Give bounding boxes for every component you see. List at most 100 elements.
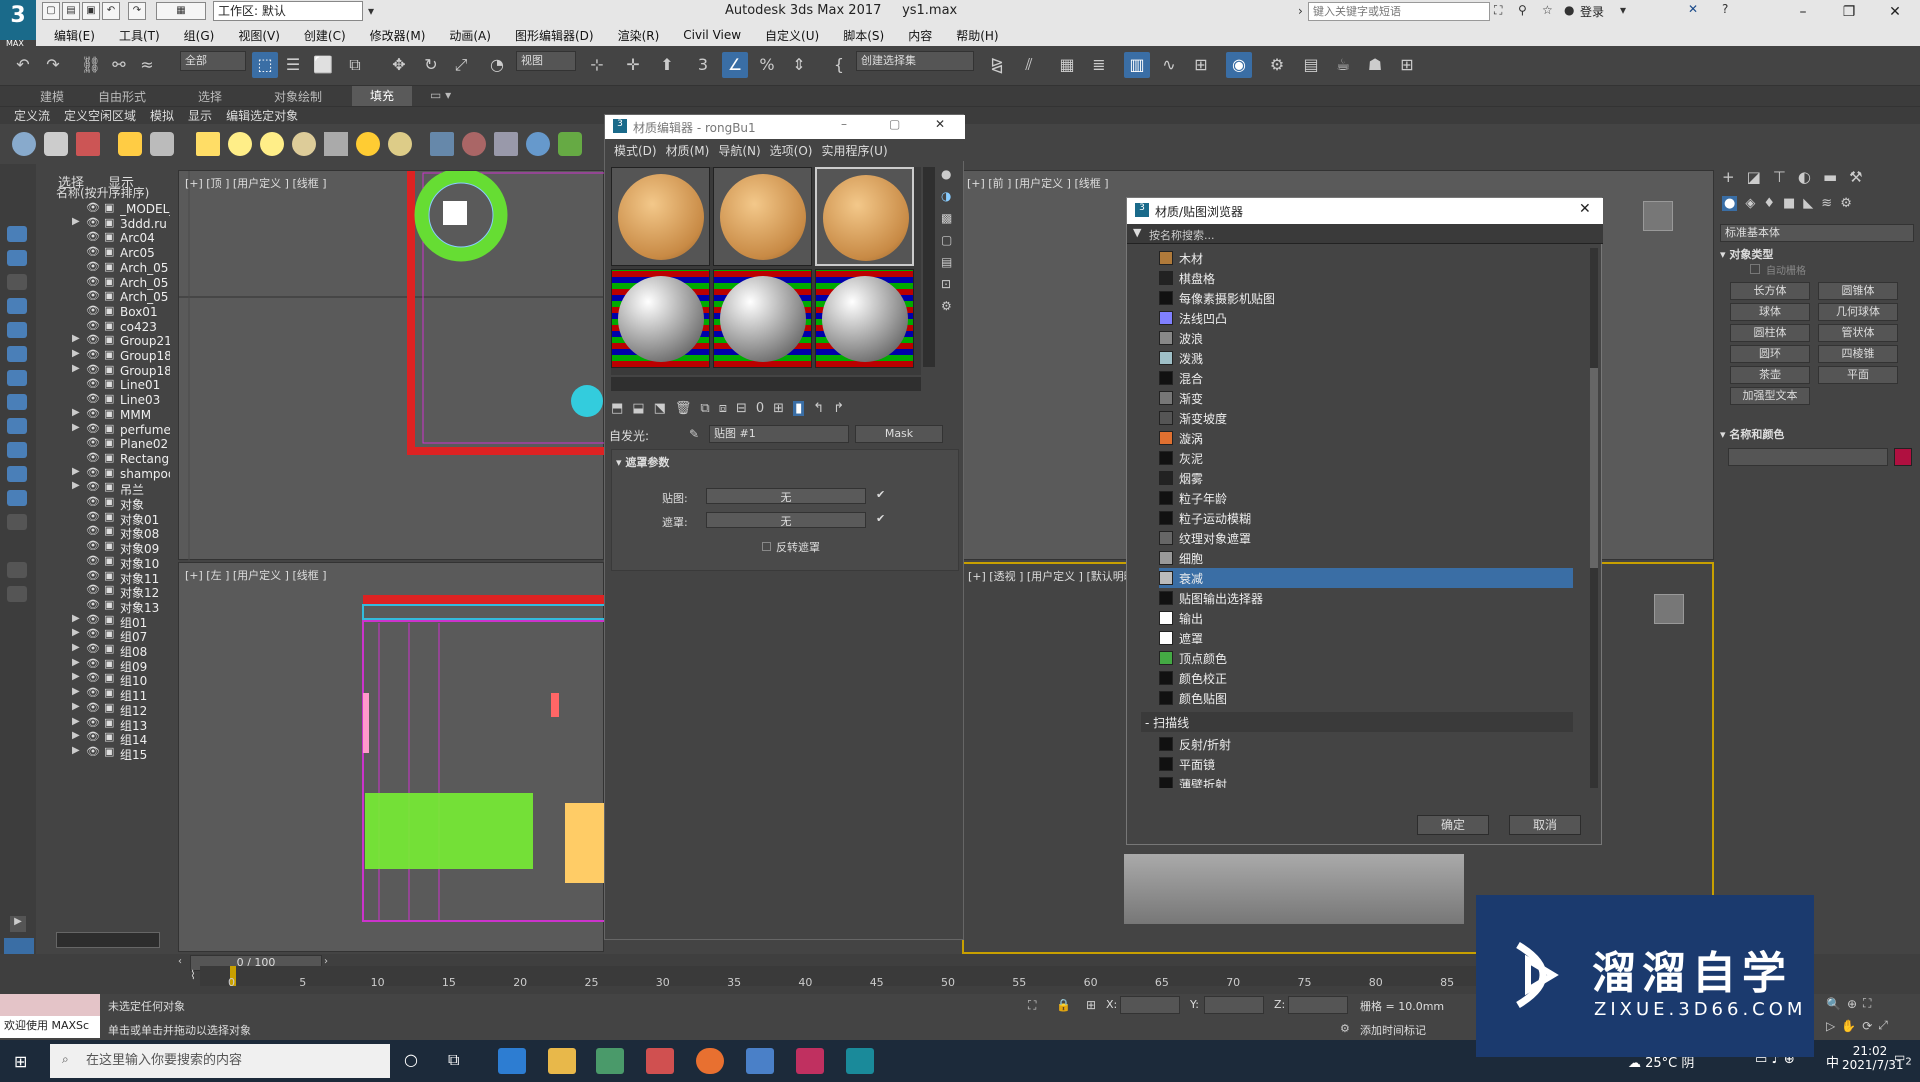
curve-editor-icon[interactable]: ∿ <box>1156 52 1182 78</box>
scanline-group-header[interactable]: - 扫描线 <box>1141 712 1573 732</box>
assign-to-selection-icon[interactable]: ⬔ <box>654 401 666 416</box>
map-list-item[interactable]: 渐变坡度 <box>1159 408 1573 428</box>
menu-modifiers[interactable]: 修改器(M) <box>370 27 426 44</box>
scene-explorer-icon[interactable]: ▦ <box>1054 52 1080 78</box>
render-production-icon[interactable]: ☕ <box>1330 52 1356 78</box>
mask-enable-checkbox[interactable]: ✔ <box>876 512 885 525</box>
material-editor-icon[interactable]: ◉ <box>1226 52 1252 78</box>
map-list-item[interactable]: 细胞 <box>1159 548 1573 568</box>
select-manipulate-icon[interactable]: ✛ <box>620 52 646 78</box>
eye-icon[interactable]: 👁 <box>86 436 100 449</box>
maxscript-listener-top[interactable] <box>0 994 100 1016</box>
sample-slot[interactable] <box>611 167 710 266</box>
explorer-row[interactable]: ▶ 👁 ▣ 组15 <box>36 744 170 762</box>
map-list-item[interactable]: 贴图输出选择器 <box>1159 588 1573 608</box>
zoom-icon[interactable]: 🔍 <box>1826 997 1841 1011</box>
eye-icon[interactable]: 👁 <box>86 377 100 390</box>
invert-mask-checkbox[interactable] <box>762 542 771 551</box>
map-enable-checkbox[interactable]: ✔ <box>876 488 885 501</box>
map-list-item[interactable]: 纹理对象遮罩 <box>1159 528 1573 548</box>
map-list-item[interactable]: 灰泥 <box>1159 448 1573 468</box>
eye-icon[interactable]: 👁 <box>86 304 100 317</box>
fov-icon[interactable]: ▷ <box>1826 1019 1835 1033</box>
cameras-icon[interactable]: ■ <box>1783 196 1795 211</box>
map-list-item[interactable]: 烟雾 <box>1159 468 1573 488</box>
list-icon[interactable] <box>7 514 27 530</box>
placement-icon[interactable]: ◔ <box>484 52 510 78</box>
eye-icon[interactable]: 👁 <box>86 392 100 405</box>
sample-type-icon[interactable]: ● <box>941 167 961 189</box>
map-list-item[interactable]: 法线凹凸 <box>1159 308 1573 328</box>
expand-arrow-icon[interactable]: ▶ <box>72 657 80 668</box>
modify-tab-icon[interactable]: ◪ <box>1747 168 1761 186</box>
undo-icon[interactable]: ↶ <box>10 52 36 78</box>
sample-slot[interactable] <box>713 269 812 368</box>
map-list-item[interactable]: 每像素摄影机贴图 <box>1159 288 1573 308</box>
expand-arrow-icon[interactable]: ▶ <box>72 480 80 491</box>
expand-arrow-icon[interactable]: ▶ <box>72 422 80 433</box>
scale-icon[interactable]: ⤢ <box>448 52 474 78</box>
menu-animation[interactable]: 动画(A) <box>449 27 491 44</box>
hidden-filter-icon[interactable] <box>7 490 27 506</box>
display-tab-icon[interactable]: ▬ <box>1823 168 1837 186</box>
eye-icon[interactable]: 👁 <box>86 554 100 567</box>
eye-icon[interactable]: 👁 <box>86 524 100 537</box>
edit-named-sets-icon[interactable]: { <box>826 52 852 78</box>
toggle-ribbon-icon[interactable]: ▥ <box>1124 52 1150 78</box>
spacewarps-icon[interactable]: ≋ <box>1821 196 1832 211</box>
edge-icon[interactable] <box>498 1048 526 1074</box>
named-selection-set-dropdown[interactable]: 创建选择集 <box>856 51 974 71</box>
menu-scripting[interactable]: 脚本(S) <box>843 27 884 44</box>
expand-arrow-icon[interactable]: ▶ <box>72 745 80 756</box>
eye-icon[interactable]: 👁 <box>86 480 100 493</box>
object-name-field[interactable] <box>1728 448 1888 466</box>
maximize-viewport-icon[interactable]: ⤢ <box>1878 1018 1888 1033</box>
map-list-item[interactable]: 颜色校正 <box>1159 668 1573 688</box>
expand-arrow-icon[interactable]: ▶ <box>72 671 80 682</box>
map-list-item[interactable]: 薄壁折射 <box>1159 774 1573 788</box>
primitive-button[interactable]: 圆锥体 <box>1818 282 1898 300</box>
tab-object-paint[interactable]: 对象绘制 <box>274 88 322 105</box>
scrollbar-thumb[interactable] <box>1590 368 1598 568</box>
move-icon[interactable]: ✥ <box>386 52 412 78</box>
spacewarp-filter-icon[interactable] <box>7 346 27 362</box>
eye-icon[interactable]: 👁 <box>86 363 100 376</box>
expand-arrow-icon[interactable]: ▶ <box>72 730 80 741</box>
minimize-icon[interactable]: – <box>841 117 847 131</box>
map-list-item[interactable]: 混合 <box>1159 368 1573 388</box>
map-list-item[interactable]: 波浪 <box>1159 328 1573 348</box>
teapot-yellow-icon[interactable] <box>292 132 316 156</box>
eye-icon[interactable]: 👁 <box>86 422 100 435</box>
menu-customize[interactable]: 自定义(U) <box>765 27 819 44</box>
map-list-item[interactable]: 反射/折射 <box>1159 734 1573 754</box>
eye-icon[interactable]: 👁 <box>86 201 100 214</box>
menu-utilities[interactable]: 实用程序(U) <box>821 142 887 159</box>
horizontal-scrollbar[interactable] <box>56 932 160 948</box>
map-list-item[interactable]: 泼溅 <box>1159 348 1573 368</box>
xref-filter-icon[interactable] <box>7 394 27 410</box>
map-list-item[interactable]: 木材 <box>1159 248 1573 268</box>
undo-icon[interactable]: ↶ <box>102 2 120 20</box>
eye-icon[interactable]: 👁 <box>86 230 100 243</box>
map-list-item[interactable]: 输出 <box>1159 608 1573 628</box>
sort-header[interactable]: 名称(按升序排序) <box>56 184 149 201</box>
map-slot-button[interactable]: 无 <box>706 488 866 504</box>
expand-arrow-icon[interactable]: ▶ <box>72 642 80 653</box>
lock-icon[interactable]: 🔒 <box>1056 998 1071 1012</box>
camera-filter-icon[interactable] <box>7 298 27 314</box>
primitive-button[interactable]: 几何球体 <box>1818 303 1898 321</box>
eyedropper-icon[interactable]: ✎ <box>689 427 699 441</box>
viewport-top[interactable]: [+] [顶 ] [用户定义 ] [线框 ] <box>178 170 605 561</box>
window-crossing-icon[interactable]: ⧉ <box>342 52 368 78</box>
viewport-left[interactable]: [+] [左 ] [用户定义 ] [线框 ] <box>178 562 605 952</box>
unlink-icon[interactable]: ⚯ <box>106 52 132 78</box>
eye-icon[interactable]: 👁 <box>86 745 100 758</box>
windows-start-icon[interactable]: ⊞ <box>14 1052 32 1071</box>
utilities-tab-icon[interactable]: ⚒ <box>1849 168 1862 186</box>
make-preview-icon[interactable]: ⊡ <box>941 277 961 299</box>
tab-selection[interactable]: 选择 <box>198 88 222 105</box>
map-list-item[interactable]: 粒子年龄 <box>1159 488 1573 508</box>
fork-icon[interactable]: ⚲ <box>1518 3 1527 17</box>
expand-arrow-icon[interactable]: ▶ <box>72 627 80 638</box>
put-to-scene-icon[interactable]: ⬓ <box>632 401 644 416</box>
